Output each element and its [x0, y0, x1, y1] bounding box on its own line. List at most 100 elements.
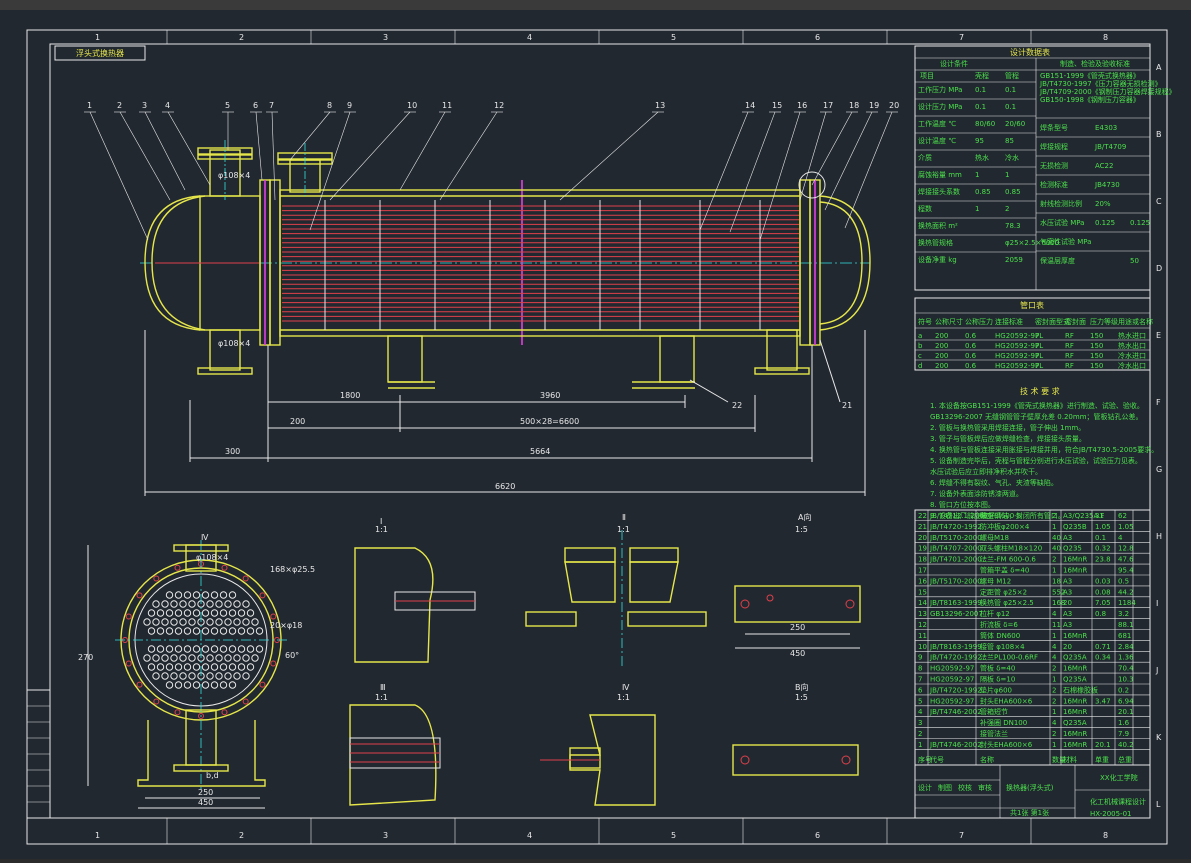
table-cell: 13	[918, 610, 927, 618]
table-cell: 1	[1052, 632, 1056, 640]
tube-hole	[165, 609, 174, 617]
table-cell: 封头EHA600×6	[980, 740, 1033, 749]
table-cell: 法兰PL100-0.6RF	[980, 653, 1038, 662]
table-cell: 150	[1090, 352, 1103, 360]
table-cell: HG20592-97	[930, 697, 974, 705]
leader-line	[144, 111, 186, 191]
table-cell: A3	[1063, 610, 1072, 618]
bolt-hole	[125, 613, 132, 620]
tube-hole	[174, 609, 183, 617]
section-dim-height: 270	[78, 653, 93, 662]
table-cell: a	[918, 332, 922, 340]
table-cell: JB/T5170-2000	[929, 577, 982, 585]
tube-hole	[224, 672, 232, 680]
tube-hole	[152, 672, 160, 680]
table-cell: 接管法兰	[980, 729, 1008, 738]
detail-II-scale: 1:1	[617, 525, 630, 534]
table-cell: 1	[1052, 676, 1056, 684]
table-cell: 封头EHA600×6	[980, 696, 1033, 705]
tube-hole	[246, 645, 255, 653]
table-cell: GB150-1998《钢制压力容器》	[1040, 95, 1140, 104]
table-cell: JB/T4701-2000	[929, 556, 982, 564]
table-cell: 1.05	[1118, 523, 1134, 531]
leader-line	[799, 111, 827, 201]
table-cell: 15	[918, 588, 927, 596]
dimension-lines	[144, 330, 866, 496]
right-tables: 设计数据表设计条件 制造、检验及验收标准GB151-1999《管壳式换热器》JB/…	[914, 45, 1176, 819]
leader-line	[824, 111, 873, 211]
table-cell: 200	[935, 352, 948, 360]
table-cell: 0.1	[1095, 534, 1106, 542]
table-cell: RF	[1065, 332, 1074, 340]
tube-hole	[228, 609, 237, 617]
detail-A-scale: 1:5	[795, 525, 808, 534]
tube-bundle	[282, 205, 800, 322]
table-cell: 7.9	[1118, 730, 1129, 738]
table-cell: 3. 管子与管板焊后应做焊缝检查，焊接接头质量。	[930, 434, 1086, 443]
balloon-3: 3	[142, 101, 147, 110]
tube-hole	[165, 627, 174, 635]
table-cell: 7. 设备外表面涂防锈漆两道。	[930, 489, 1023, 498]
tube-hole	[219, 663, 228, 671]
balloon-17: 17	[823, 101, 833, 110]
table-cell: Q235A	[1063, 676, 1087, 684]
table-cell: 3.47	[1095, 697, 1111, 705]
tube-hole	[174, 627, 183, 635]
table-cell: 0.1	[975, 103, 986, 111]
tube-hole	[161, 654, 169, 662]
table-cell: XX化工学院	[1100, 773, 1138, 782]
tube-hole	[206, 618, 214, 626]
balloon-20: 20	[889, 101, 899, 110]
tube-hole	[219, 681, 228, 689]
table-cell: 70.4	[1118, 665, 1134, 673]
table-cell: 2059	[1005, 256, 1023, 264]
table-cell: 焊接规程	[1040, 142, 1068, 151]
table-cell: 200	[935, 342, 948, 350]
table-cell: 0.125	[1130, 219, 1150, 227]
table-cell: JB/T5170-2000	[929, 534, 982, 542]
tube-hole	[183, 681, 192, 689]
cad-drawing-canvas[interactable]: 1122334455667788ABCDEFGHIJKL 浮头式换热器 1800…	[0, 10, 1191, 859]
grid-row-label: H	[1156, 532, 1162, 541]
balloon-14: 14	[745, 101, 755, 110]
tube-hole	[219, 591, 228, 599]
tube-hole	[237, 663, 246, 671]
table-cell: 0.32	[1095, 545, 1111, 553]
grid-col-label: 8	[1103, 33, 1108, 42]
tube-hole	[242, 618, 250, 626]
tube-hole	[183, 591, 192, 599]
table-cell: 0.125	[1095, 219, 1115, 227]
table-cell: 螺母M18	[980, 533, 1009, 542]
tube-hole	[219, 609, 228, 617]
table-cell: 7	[918, 676, 922, 684]
table-cell: 47.6	[1118, 556, 1134, 564]
table-cell: 85	[1005, 137, 1014, 145]
table-cell: 62	[1118, 512, 1127, 520]
tube-hole	[201, 645, 210, 653]
table-cell: JB/T4720-1992	[929, 686, 982, 694]
tube-hole	[224, 600, 232, 608]
table-cell: 1. 本设备按GB151-1999《管壳式换热器》进行制造、试验、验收。	[930, 401, 1144, 410]
table-cell: 设计温度 ℃	[918, 136, 956, 145]
detail-I-scale: 1:1	[375, 525, 388, 534]
tube-hole	[170, 618, 178, 626]
dim-3960: 3960	[540, 391, 560, 400]
table-cell: 代号	[930, 755, 944, 764]
tube-hole	[192, 681, 201, 689]
balloon-6: 6	[253, 101, 258, 110]
table-cell: AC22	[1095, 162, 1113, 170]
table-cell: 11	[918, 632, 927, 640]
bolt-hole	[242, 575, 249, 582]
tube-hole	[165, 663, 174, 671]
balloon-18: 18	[849, 101, 859, 110]
tube-hole	[147, 627, 156, 635]
table-cell: 冷水出口	[1118, 361, 1146, 370]
table-cell: 10.3	[1118, 676, 1134, 684]
table-cell: 0.8	[1095, 610, 1106, 618]
table-cell: 20.1	[1118, 708, 1134, 716]
table-cell: 16MnR	[1063, 730, 1087, 738]
tube-hole	[156, 663, 165, 671]
grid-col-label: 2	[239, 831, 244, 840]
table-cell: 石棉橡胶板	[1063, 685, 1098, 694]
table-cell: 16MnR	[1063, 632, 1087, 640]
